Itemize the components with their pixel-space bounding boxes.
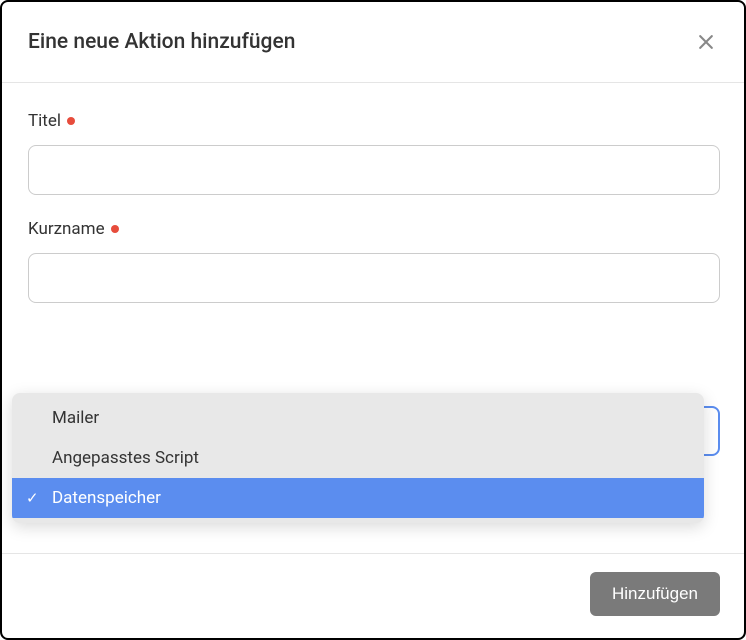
title-label-text: Titel bbox=[28, 111, 61, 131]
add-action-modal: Eine neue Aktion hinzufügen Titel Kurzna… bbox=[0, 0, 746, 640]
close-button[interactable] bbox=[692, 28, 720, 56]
shortname-label: Kurzname bbox=[28, 219, 720, 239]
submit-button[interactable]: Hinzufügen bbox=[590, 572, 720, 616]
title-input[interactable] bbox=[28, 145, 720, 195]
close-icon bbox=[696, 32, 716, 52]
dropdown-option-datastore[interactable]: ✓ Datenspeicher bbox=[12, 478, 704, 518]
dropdown-option-mailer[interactable]: Mailer bbox=[12, 398, 704, 438]
shortname-field-group: Kurzname bbox=[28, 219, 720, 303]
shortname-input[interactable] bbox=[28, 253, 720, 303]
dropdown-option-label: Angepasstes Script bbox=[52, 448, 199, 468]
modal-body: Titel Kurzname Mailer Angepasstes Script bbox=[2, 83, 744, 553]
required-indicator-icon bbox=[111, 225, 119, 233]
type-dropdown: Mailer Angepasstes Script ✓ Datenspeiche… bbox=[12, 393, 704, 523]
modal-header: Eine neue Aktion hinzufügen bbox=[2, 2, 744, 83]
modal-footer: Hinzufügen bbox=[2, 553, 744, 638]
title-field-group: Titel bbox=[28, 111, 720, 195]
dropdown-option-label: Mailer bbox=[52, 408, 99, 428]
dropdown-option-label: Datenspeicher bbox=[52, 488, 161, 508]
required-indicator-icon bbox=[67, 117, 75, 125]
title-label: Titel bbox=[28, 111, 720, 131]
check-icon: ✓ bbox=[26, 489, 39, 507]
shortname-label-text: Kurzname bbox=[28, 219, 105, 239]
modal-title: Eine neue Aktion hinzufügen bbox=[28, 30, 295, 54]
dropdown-option-script[interactable]: Angepasstes Script bbox=[12, 438, 704, 478]
